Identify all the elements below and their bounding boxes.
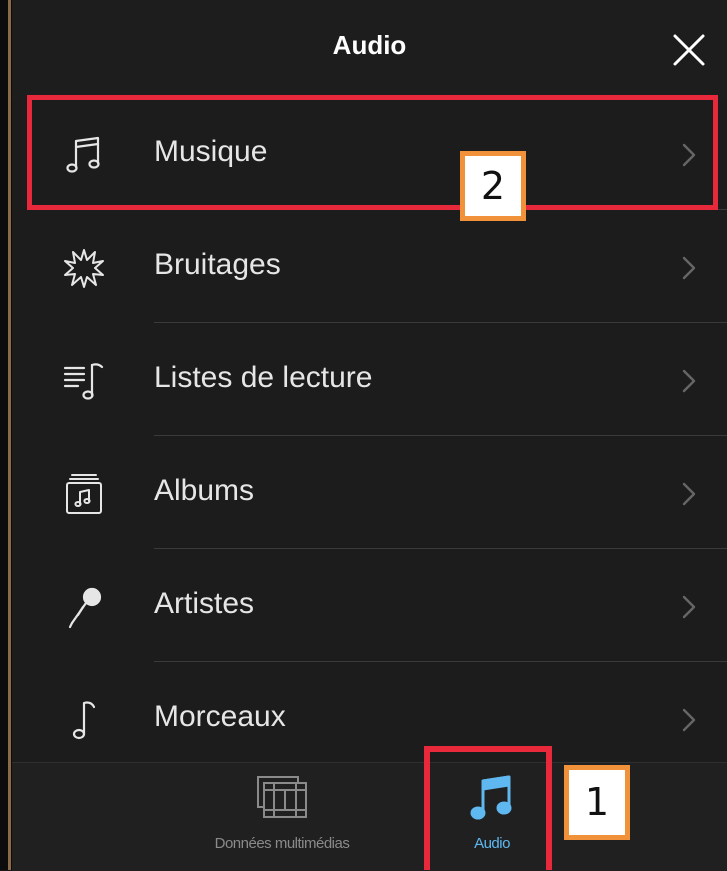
step-badge-2: 2 bbox=[460, 151, 526, 221]
burst-icon bbox=[64, 249, 104, 288]
chevron-right-icon bbox=[682, 369, 696, 393]
menu-item-label: Artistes bbox=[154, 587, 255, 620]
chevron-right-icon bbox=[682, 256, 696, 280]
microphone-icon bbox=[68, 587, 102, 629]
chevron-right-icon bbox=[682, 595, 696, 619]
highlight-box-audio-tab bbox=[424, 746, 552, 870]
highlight-box-musique bbox=[27, 95, 718, 210]
menu-item-listes-de-lecture[interactable]: Listes de lecture bbox=[12, 323, 727, 436]
single-note-icon bbox=[72, 701, 96, 740]
film-strip-icon bbox=[257, 776, 307, 818]
close-button[interactable] bbox=[667, 28, 711, 72]
menu-item-label: Bruitages bbox=[154, 248, 281, 281]
menu-item-bruitages[interactable]: Bruitages bbox=[12, 210, 727, 323]
menu-item-albums[interactable]: Albums bbox=[12, 436, 727, 549]
menu-item-label: Listes de lecture bbox=[154, 361, 373, 394]
header-bar: Audio bbox=[12, 0, 727, 100]
chevron-right-icon bbox=[682, 482, 696, 506]
menu-item-artistes[interactable]: Artistes bbox=[12, 549, 727, 662]
chevron-right-icon bbox=[682, 708, 696, 732]
menu-item-label: Albums bbox=[154, 474, 255, 507]
background-edge bbox=[0, 0, 12, 870]
menu-item-label: Morceaux bbox=[154, 700, 286, 733]
close-icon bbox=[673, 34, 705, 66]
tab-label: Données multimédias bbox=[214, 835, 350, 852]
page-title: Audio bbox=[332, 30, 407, 60]
playlist-icon bbox=[63, 363, 104, 400]
step-badge-1: 1 bbox=[564, 765, 630, 840]
album-icon bbox=[66, 474, 102, 514]
menu-item-morceaux[interactable]: Morceaux bbox=[12, 662, 727, 775]
tab-donnees-multimedias[interactable]: Données multimédias bbox=[182, 763, 382, 871]
